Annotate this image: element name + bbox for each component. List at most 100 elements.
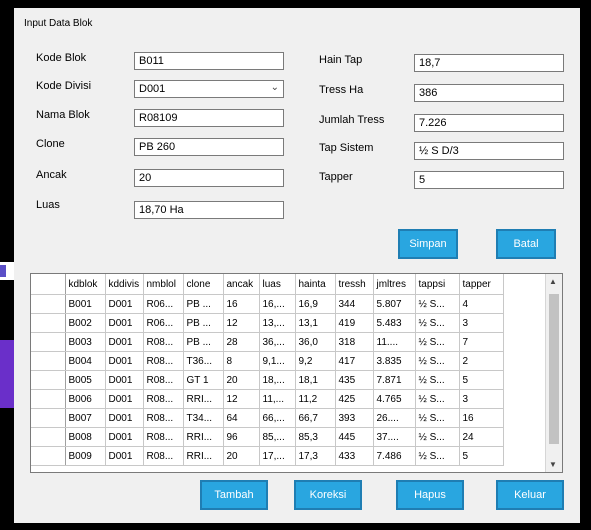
table-cell[interactable]: 9,1...	[259, 351, 296, 371]
table-cell[interactable]: 18,1	[295, 370, 336, 390]
column-header-hainta[interactable]: hainta	[295, 274, 336, 295]
table-row[interactable]: B004 D001 R08... T36... 8 9,1... 9,2 417 3.835 ½ …	[31, 351, 504, 371]
table-cell[interactable]: 85,...	[259, 427, 296, 447]
table-cell[interactable]: D001	[105, 389, 144, 409]
row-header[interactable]	[31, 427, 66, 447]
table-cell[interactable]: R08...	[143, 370, 184, 390]
table-cell[interactable]: 96	[223, 427, 260, 447]
scroll-up-icon[interactable]: ▲	[549, 277, 557, 286]
table-cell[interactable]: 5	[459, 370, 504, 390]
table-cell[interactable]: 85,3	[295, 427, 336, 447]
table-cell[interactable]: 8	[223, 351, 260, 371]
clone-field[interactable]: PB 260	[134, 138, 284, 156]
row-header[interactable]	[31, 294, 66, 314]
table-row[interactable]: B005 D001 R08... GT 1 20 18,... 18,1 435 7.871 ½ …	[31, 370, 504, 390]
table-cell[interactable]: R08...	[143, 427, 184, 447]
table-cell[interactable]: B009	[65, 446, 106, 466]
table-cell[interactable]: D001	[105, 427, 144, 447]
table-cell[interactable]: 20	[223, 446, 260, 466]
row-header[interactable]	[31, 332, 66, 352]
table-cell[interactable]: 318	[335, 332, 374, 352]
table-cell[interactable]: ½ S...	[415, 427, 460, 447]
table-cell[interactable]: 37....	[373, 427, 416, 447]
table-cell[interactable]: 344	[335, 294, 374, 314]
table-cell[interactable]: ½ S...	[415, 446, 460, 466]
table-cell[interactable]: 12	[223, 389, 260, 409]
row-header[interactable]	[31, 389, 66, 409]
row-header[interactable]	[31, 351, 66, 371]
table-cell[interactable]: B004	[65, 351, 106, 371]
scroll-down-icon[interactable]: ▼	[549, 460, 557, 469]
table-cell[interactable]: 11....	[373, 332, 416, 352]
table-cell[interactable]: 3	[459, 313, 504, 333]
table-row[interactable]: B001 D001 R06... PB ... 16 16,... 16,9 344 5.807…	[31, 294, 504, 314]
table-cell[interactable]: B008	[65, 427, 106, 447]
table-cell[interactable]: 11,...	[259, 389, 296, 409]
nama-blok-field[interactable]: R08109	[134, 109, 284, 127]
table-cell[interactable]: 26....	[373, 408, 416, 428]
table-cell[interactable]: 3	[459, 389, 504, 409]
vertical-scrollbar[interactable]: ▲ ▼	[545, 274, 562, 472]
table-cell[interactable]: D001	[105, 313, 144, 333]
table-cell[interactable]: 12	[223, 313, 260, 333]
table-cell[interactable]: 9,2	[295, 351, 336, 371]
kode-divisi-select[interactable]: D001 ⌄	[134, 80, 284, 98]
tap-sistem-field[interactable]: ½ S D/3	[414, 142, 564, 160]
column-header-kdblok[interactable]: kdblok	[65, 274, 106, 295]
column-header-tapper[interactable]: tapper	[459, 274, 504, 295]
table-cell[interactable]: 3.835	[373, 351, 416, 371]
table-cell[interactable]: 17,...	[259, 446, 296, 466]
table-cell[interactable]: 64	[223, 408, 260, 428]
chevron-down-icon[interactable]: ⌄	[271, 82, 279, 93]
table-cell[interactable]: T34...	[183, 408, 224, 428]
table-cell[interactable]: D001	[105, 351, 144, 371]
table-cell[interactable]: 435	[335, 370, 374, 390]
table-cell[interactable]: 445	[335, 427, 374, 447]
jumlah-tress-field[interactable]: 7.226	[414, 114, 564, 132]
simpan-button[interactable]: Simpan	[398, 229, 458, 259]
table-row[interactable]: B002 D001 R06... PB ... 12 13,... 13,1 419 5.483…	[31, 313, 504, 333]
tambah-button[interactable]: Tambah	[200, 480, 268, 510]
keluar-button[interactable]: Keluar	[496, 480, 564, 510]
table-cell[interactable]: D001	[105, 294, 144, 314]
table-cell[interactable]: B005	[65, 370, 106, 390]
table-row[interactable]: B008 D001 R08... RRI... 96 85,... 85,3 445 37...…	[31, 427, 504, 447]
table-cell[interactable]: RRI...	[183, 389, 224, 409]
table-cell[interactable]: B002	[65, 313, 106, 333]
table-cell[interactable]: 433	[335, 446, 374, 466]
tapper-field[interactable]: 5	[414, 171, 564, 189]
table-cell[interactable]: 4.765	[373, 389, 416, 409]
table-cell[interactable]: D001	[105, 408, 144, 428]
table-cell[interactable]: 28	[223, 332, 260, 352]
table-cell[interactable]: 7.486	[373, 446, 416, 466]
table-cell[interactable]: R06...	[143, 313, 184, 333]
hapus-button[interactable]: Hapus	[396, 480, 464, 510]
table-cell[interactable]: PB ...	[183, 332, 224, 352]
table-cell[interactable]: ½ S...	[415, 351, 460, 371]
table-cell[interactable]: 18,...	[259, 370, 296, 390]
table-cell[interactable]: 36,...	[259, 332, 296, 352]
table-cell[interactable]: PB ...	[183, 294, 224, 314]
row-header[interactable]	[31, 313, 66, 333]
table-cell[interactable]: 36,0	[295, 332, 336, 352]
table-row[interactable]: B006 D001 R08... RRI... 12 11,... 11,2 425 4.765…	[31, 389, 504, 409]
row-header[interactable]	[31, 408, 66, 428]
table-cell[interactable]: 5	[459, 446, 504, 466]
table-row[interactable]: B009 D001 R08... RRI... 20 17,... 17,3 433 7.486…	[31, 446, 504, 466]
table-cell[interactable]: 17,3	[295, 446, 336, 466]
table-cell[interactable]: ½ S...	[415, 332, 460, 352]
table-cell[interactable]: B001	[65, 294, 106, 314]
column-header-nmblol[interactable]: nmblol	[143, 274, 184, 295]
table-cell[interactable]: 417	[335, 351, 374, 371]
table-row[interactable]: B003 D001 R08... PB ... 28 36,... 36,0 318 11...…	[31, 332, 504, 352]
table-cell[interactable]: R08...	[143, 408, 184, 428]
table-cell[interactable]: 7.871	[373, 370, 416, 390]
table-cell[interactable]: B003	[65, 332, 106, 352]
table-cell[interactable]: D001	[105, 446, 144, 466]
table-cell[interactable]: 13,...	[259, 313, 296, 333]
blok-data-grid[interactable]: kdblok kddivis nmblol clone ancak luas hainta t…	[30, 273, 563, 473]
table-cell[interactable]: 20	[223, 370, 260, 390]
table-cell[interactable]: T36...	[183, 351, 224, 371]
table-cell[interactable]: 4	[459, 294, 504, 314]
ancak-field[interactable]: 20	[134, 169, 284, 187]
